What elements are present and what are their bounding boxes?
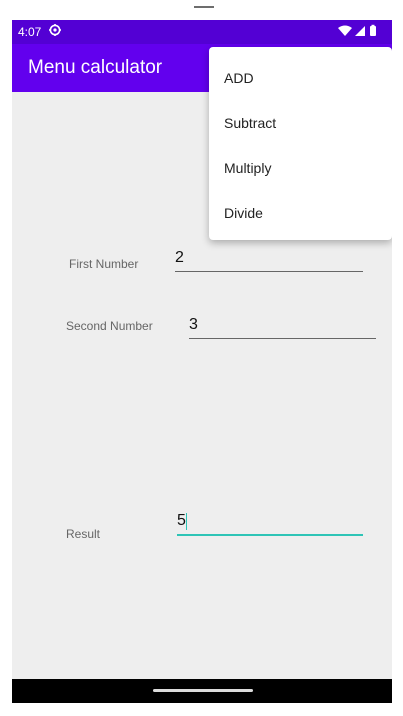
- settings-gear-icon: [49, 24, 61, 36]
- menu-item-label: Multiply: [224, 160, 272, 176]
- second-number-input[interactable]: [189, 314, 376, 339]
- menu-item-label: ADD: [224, 70, 254, 86]
- menu-item-multiply[interactable]: Multiply: [209, 146, 392, 190]
- first-number-input[interactable]: [175, 247, 363, 272]
- battery-icon: [370, 24, 376, 36]
- menu-item-divide[interactable]: Divide: [209, 191, 392, 235]
- home-gesture-pill[interactable]: [153, 689, 253, 692]
- menu-item-subtract[interactable]: Subtract: [209, 101, 392, 145]
- result-input[interactable]: [177, 510, 363, 536]
- overflow-menu: ADD Subtract Multiply Divide: [209, 47, 392, 240]
- wifi-icon: [338, 25, 352, 36]
- first-number-label: First Number: [69, 257, 139, 271]
- menu-item-label: Divide: [224, 205, 263, 221]
- screenshot-frame: 4:07 Menu calculator First Number 2 Seco…: [0, 0, 403, 716]
- menu-item-label: Subtract: [224, 115, 277, 131]
- result-label: Result: [66, 527, 101, 541]
- menu-item-add[interactable]: ADD: [209, 56, 392, 100]
- status-bar: 4:07: [12, 20, 392, 44]
- text-cursor: [186, 513, 187, 530]
- cell-signal-icon: [355, 26, 365, 36]
- status-time: 4:07: [18, 25, 42, 39]
- navigation-bar: [12, 679, 392, 703]
- top-notch-mark: [194, 6, 214, 8]
- second-number-label: Second Number: [66, 319, 153, 333]
- phone-screen: 4:07 Menu calculator First Number 2 Seco…: [12, 20, 392, 703]
- app-title: Menu calculator: [28, 57, 163, 78]
- status-icons-group: [338, 24, 376, 36]
